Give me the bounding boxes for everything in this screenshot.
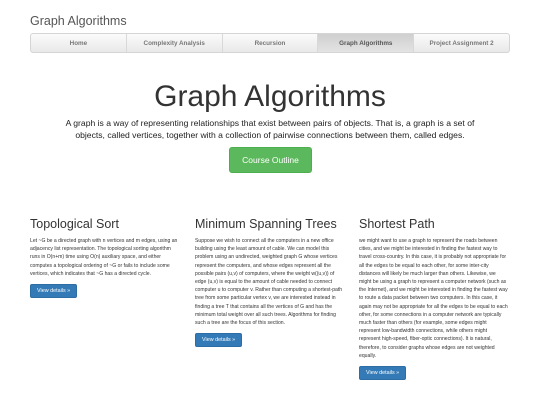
- nav-item-complexity-analysis[interactable]: Complexity Analysis: [127, 34, 223, 52]
- column-heading: Minimum Spanning Trees: [195, 217, 337, 231]
- topological-sort-column: Topological Sort Let ~G be a directed gr…: [30, 217, 180, 299]
- nav-item-home[interactable]: Home: [31, 34, 127, 52]
- minimum-spanning-trees-column: Minimum Spanning Trees Suppose we wish t…: [195, 217, 345, 348]
- column-text: we might want to use a graph to represen…: [359, 238, 508, 359]
- main-navbar: Home Complexity Analysis Recursion Graph…: [30, 33, 510, 53]
- hero-description: A graph is a way of representing relatio…: [65, 118, 475, 140]
- nav-item-graph-algorithms[interactable]: Graph Algorithms: [318, 34, 415, 52]
- nav-item-recursion[interactable]: Recursion: [223, 34, 319, 52]
- view-details-button[interactable]: View details »: [30, 284, 78, 299]
- page-title: Graph Algorithms: [154, 80, 386, 113]
- column-heading: Shortest Path: [359, 217, 435, 231]
- column-heading: Topological Sort: [30, 217, 119, 231]
- column-text: Let ~G be a directed graph with n vertic…: [30, 238, 178, 277]
- column-text: Suppose we wish to connect all the compu…: [195, 238, 343, 327]
- view-details-button[interactable]: View details »: [359, 366, 407, 381]
- nav-item-project-assignment-2[interactable]: Project Assignment 2: [414, 34, 509, 52]
- site-title: Graph Algorithms: [30, 14, 127, 28]
- shortest-path-column: Shortest Path we might want to use a gra…: [359, 217, 509, 381]
- view-details-button[interactable]: View details »: [195, 333, 243, 348]
- course-outline-button[interactable]: Course Outline: [229, 147, 312, 173]
